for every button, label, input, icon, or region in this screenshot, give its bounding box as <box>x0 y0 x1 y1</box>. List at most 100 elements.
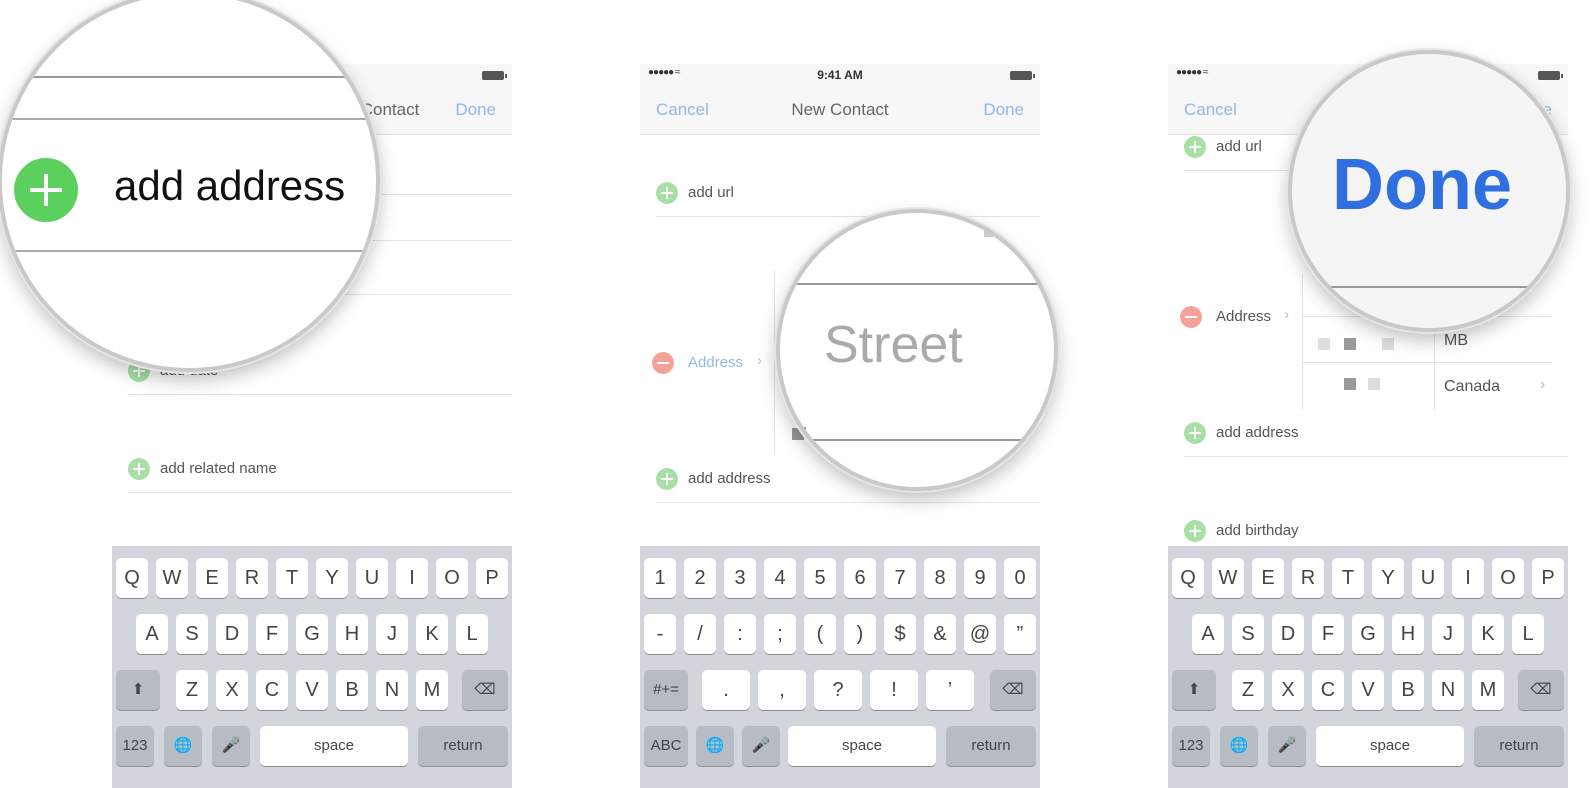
key-5[interactable]: 5 <box>804 558 836 598</box>
key-j[interactable]: J <box>1432 614 1464 654</box>
key-r[interactable]: R <box>1292 558 1324 598</box>
space-key[interactable]: space <box>260 726 408 766</box>
key-apostrophe[interactable]: ’ <box>926 670 974 710</box>
key-m[interactable]: M <box>1472 670 1504 710</box>
key-s[interactable]: S <box>176 614 208 654</box>
key-p[interactable]: P <box>476 558 508 598</box>
key-comma[interactable]: , <box>758 670 806 710</box>
key-h[interactable]: H <box>1392 614 1424 654</box>
microphone-icon[interactable]: 🎤 <box>742 726 780 766</box>
key-b[interactable]: B <box>1392 670 1424 710</box>
space-key[interactable]: space <box>788 726 936 766</box>
key-2[interactable]: 2 <box>684 558 716 598</box>
key-m[interactable]: M <box>416 670 448 710</box>
key-slash[interactable]: / <box>684 614 716 654</box>
key-h[interactable]: H <box>336 614 368 654</box>
key-y[interactable]: Y <box>1372 558 1404 598</box>
key-3[interactable]: 3 <box>724 558 756 598</box>
microphone-icon[interactable]: 🎤 <box>212 726 250 766</box>
key-g[interactable]: G <box>296 614 328 654</box>
add-url-row[interactable]: add url <box>656 170 1040 217</box>
key-e[interactable]: E <box>1252 558 1284 598</box>
key-i[interactable]: I <box>1452 558 1484 598</box>
key-b[interactable]: B <box>336 670 368 710</box>
key-8[interactable]: 8 <box>924 558 956 598</box>
key-w[interactable]: W <box>156 558 188 598</box>
key-z[interactable]: Z <box>176 670 208 710</box>
key-g[interactable]: G <box>1352 614 1384 654</box>
key-dollar[interactable]: $ <box>884 614 916 654</box>
key-c[interactable]: C <box>1312 670 1344 710</box>
province-field[interactable]: MB <box>1444 332 1468 350</box>
numbers-key[interactable]: 123 <box>1172 726 1210 766</box>
key-r[interactable]: R <box>236 558 268 598</box>
key-minus[interactable]: - <box>644 614 676 654</box>
key-o[interactable]: O <box>1492 558 1524 598</box>
key-question[interactable]: ? <box>814 670 862 710</box>
key-u[interactable]: U <box>1412 558 1444 598</box>
key-quote[interactable]: ” <box>1004 614 1036 654</box>
key-6[interactable]: 6 <box>844 558 876 598</box>
key-k[interactable]: K <box>416 614 448 654</box>
key-d[interactable]: D <box>1272 614 1304 654</box>
key-q[interactable]: Q <box>116 558 148 598</box>
key-a[interactable]: A <box>136 614 168 654</box>
microphone-icon[interactable]: 🎤 <box>1268 726 1306 766</box>
key-x[interactable]: X <box>1272 670 1304 710</box>
done-button[interactable]: Done <box>455 100 496 120</box>
key-u[interactable]: U <box>356 558 388 598</box>
key-e[interactable]: E <box>196 558 228 598</box>
key-period[interactable]: . <box>702 670 750 710</box>
key-1[interactable]: 1 <box>644 558 676 598</box>
key-9[interactable]: 9 <box>964 558 996 598</box>
key-7[interactable]: 7 <box>884 558 916 598</box>
add-related-name-row[interactable]: add related name <box>128 446 512 493</box>
key-x[interactable]: X <box>216 670 248 710</box>
globe-icon[interactable]: 🌐 <box>696 726 734 766</box>
shift-icon[interactable]: ⬆ <box>116 670 160 710</box>
numbers-key[interactable]: 123 <box>116 726 154 766</box>
globe-icon[interactable]: 🌐 <box>1220 726 1258 766</box>
delete-icon[interactable]: ⌫ <box>990 670 1036 710</box>
key-k[interactable]: K <box>1472 614 1504 654</box>
key-semicolon[interactable]: ; <box>764 614 796 654</box>
address-label[interactable]: Address <box>1216 308 1271 325</box>
country-field[interactable]: Canada <box>1444 378 1500 396</box>
key-f[interactable]: F <box>256 614 288 654</box>
key-open-paren[interactable]: ( <box>804 614 836 654</box>
delete-icon[interactable]: ⌫ <box>1518 670 1564 710</box>
delete-icon[interactable]: ⌫ <box>462 670 508 710</box>
globe-icon[interactable]: 🌐 <box>164 726 202 766</box>
key-exclaim[interactable]: ! <box>870 670 918 710</box>
key-l[interactable]: L <box>1512 614 1544 654</box>
key-i[interactable]: I <box>396 558 428 598</box>
space-key[interactable]: space <box>1316 726 1464 766</box>
key-j[interactable]: J <box>376 614 408 654</box>
key-d[interactable]: D <box>216 614 248 654</box>
key-colon[interactable]: : <box>724 614 756 654</box>
done-button[interactable]: Done <box>983 100 1024 120</box>
abc-key[interactable]: ABC <box>644 726 688 766</box>
return-key[interactable]: return <box>946 726 1036 766</box>
remove-address-icon[interactable] <box>652 352 674 374</box>
key-w[interactable]: W <box>1212 558 1244 598</box>
key-v[interactable]: V <box>1352 670 1384 710</box>
symbols-key[interactable]: #+= <box>644 670 688 710</box>
key-z[interactable]: Z <box>1232 670 1264 710</box>
key-y[interactable]: Y <box>316 558 348 598</box>
key-f[interactable]: F <box>1312 614 1344 654</box>
key-v[interactable]: V <box>296 670 328 710</box>
add-address-row[interactable]: add address <box>1184 410 1568 457</box>
key-s[interactable]: S <box>1232 614 1264 654</box>
key-a[interactable]: A <box>1192 614 1224 654</box>
key-at[interactable]: @ <box>964 614 996 654</box>
remove-address-icon[interactable] <box>1180 306 1202 328</box>
return-key[interactable]: return <box>418 726 508 766</box>
key-t[interactable]: T <box>1332 558 1364 598</box>
key-l[interactable]: L <box>456 614 488 654</box>
key-c[interactable]: C <box>256 670 288 710</box>
key-close-paren[interactable]: ) <box>844 614 876 654</box>
key-n[interactable]: N <box>376 670 408 710</box>
key-t[interactable]: T <box>276 558 308 598</box>
cancel-button[interactable]: Cancel <box>1184 100 1237 120</box>
